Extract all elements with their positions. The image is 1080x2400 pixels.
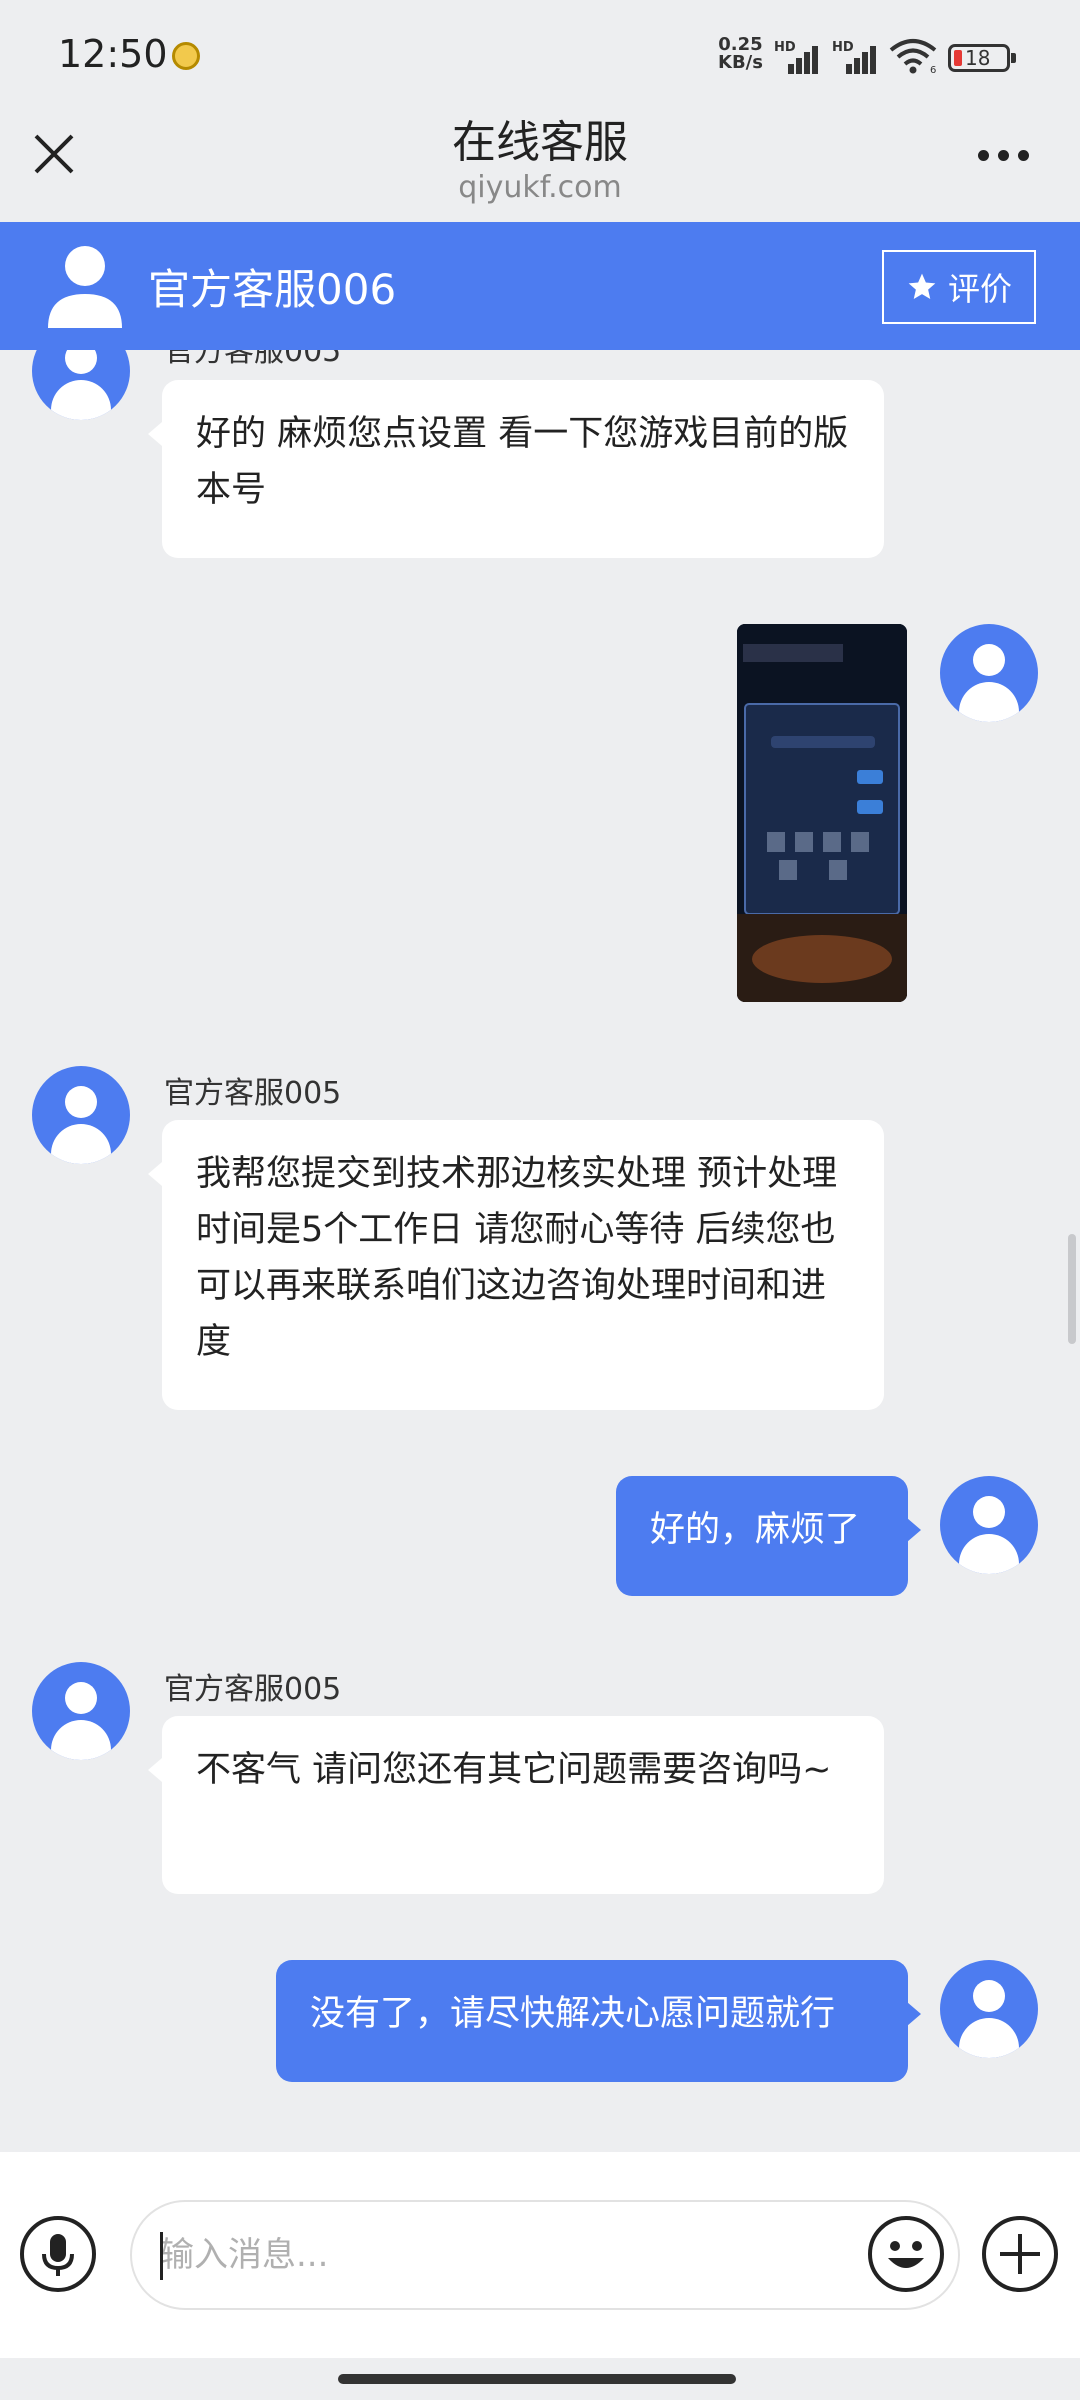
- scrollbar[interactable]: [1068, 1234, 1076, 1344]
- wifi-icon: 6: [889, 39, 936, 74]
- agent-avatar-icon: [48, 246, 122, 328]
- svg-text:6: 6: [930, 65, 936, 74]
- agent-name: 官方客服006: [148, 265, 397, 314]
- chat-area[interactable]: 官方客服005 好的 麻烦您点设置 看一下您游戏目前的版本号 官方客服005 我…: [0, 350, 1080, 2152]
- page-title: 在线客服: [452, 117, 628, 168]
- app-notification-icon: [172, 42, 200, 70]
- user-avatar: [940, 1476, 1038, 1574]
- user-avatar: [940, 1960, 1038, 2058]
- message-bubble: 好的，麻烦了: [616, 1476, 908, 1596]
- signal-icon-2: HD: [832, 40, 878, 74]
- message-input[interactable]: [130, 2200, 960, 2310]
- emoji-icon[interactable]: [868, 2216, 944, 2292]
- message-bubble: 我帮您提交到技术那边核实处理 预计处理时间是5个工作日 请您耐心等待 后续您也可…: [162, 1120, 884, 1410]
- signal-icon: HD: [774, 40, 820, 74]
- sender-name: 官方客服005: [164, 350, 342, 369]
- screenshot-image-message[interactable]: [737, 624, 907, 1002]
- agent-avatar: [32, 1066, 130, 1164]
- microphone-icon[interactable]: [20, 2216, 96, 2292]
- input-bar: [0, 2152, 1080, 2358]
- star-icon: [908, 273, 936, 299]
- status-time: 12:50: [58, 32, 168, 76]
- home-indicator[interactable]: [338, 2374, 736, 2384]
- battery-icon: 18: [948, 44, 1016, 72]
- agent-avatar: [32, 1662, 130, 1760]
- user-avatar: [940, 624, 1038, 722]
- sender-name: 官方客服005: [164, 1076, 342, 1111]
- sender-name: 官方客服005: [164, 1672, 342, 1707]
- page-domain: qiyukf.com: [458, 170, 622, 205]
- status-bar: 12:50 0.25 KB/s HD HD 6 18: [0, 0, 1080, 100]
- more-icon[interactable]: [978, 150, 1030, 164]
- message-bubble: 没有了，请尽快解决心愿问题就行: [276, 1960, 908, 2082]
- text-caret: [160, 2232, 163, 2280]
- rate-button[interactable]: 评价: [882, 250, 1036, 324]
- rate-label: 评价: [947, 270, 1012, 308]
- battery-level: [954, 50, 962, 66]
- message-bubble: 好的 麻烦您点设置 看一下您游戏目前的版本号: [162, 380, 884, 558]
- message-bubble: 不客气 请问您还有其它问题需要咨询吗~: [162, 1716, 884, 1894]
- plus-icon[interactable]: [982, 2216, 1058, 2292]
- agent-avatar: [32, 350, 130, 420]
- network-speed: 0.25 KB/s: [718, 34, 763, 73]
- agent-header: 官方客服006 评价: [0, 222, 1080, 350]
- title-bar: 在线客服 qiyukf.com: [0, 100, 1080, 222]
